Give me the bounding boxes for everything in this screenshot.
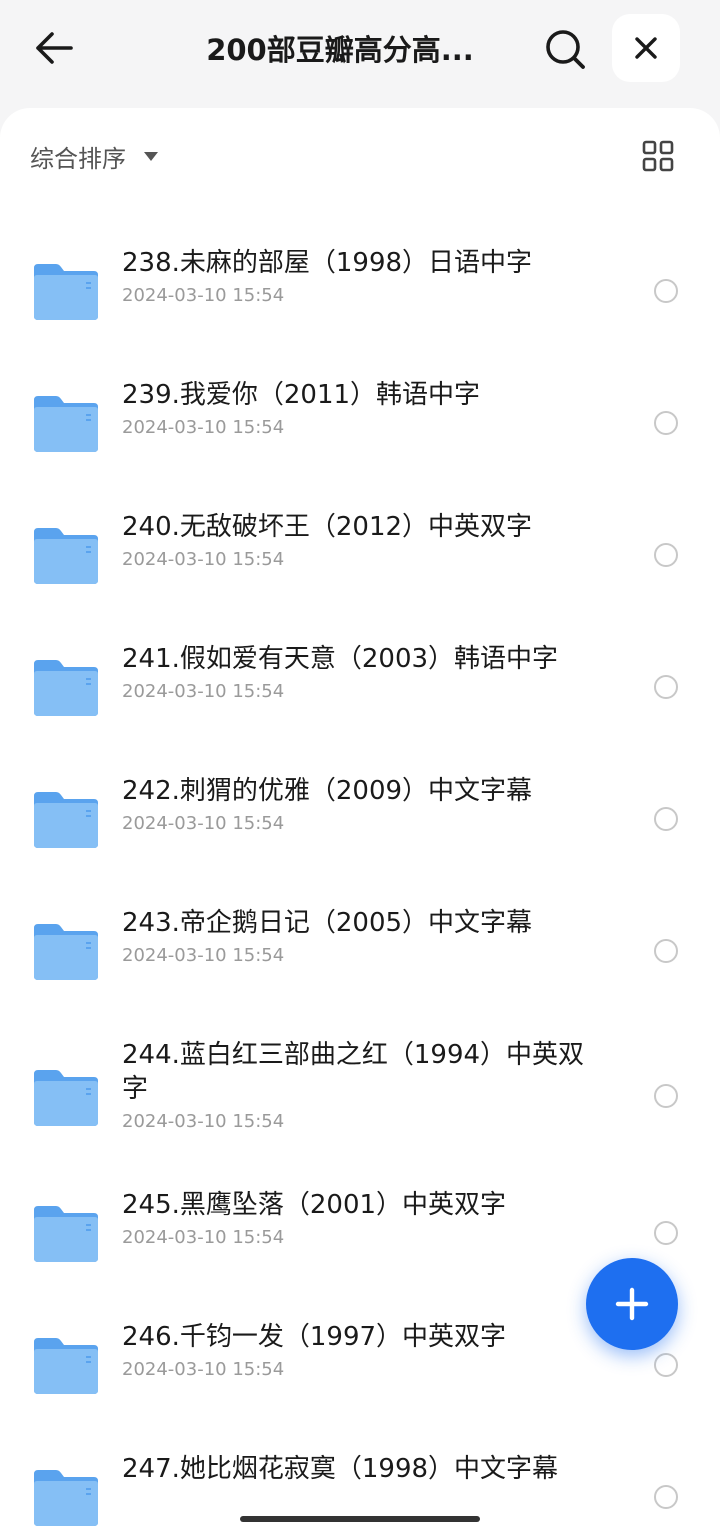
- folder-icon: [32, 526, 100, 586]
- select-radio[interactable]: [654, 1353, 678, 1377]
- select-radio[interactable]: [654, 1485, 678, 1509]
- list-item-text: 242.刺猬的优雅（2009）中文字幕 2024-03-10 15:54: [122, 774, 592, 836]
- file-date: 2024-03-10 15:54: [122, 1227, 285, 1248]
- list-item[interactable]: 240.无敌破坏王（2012）中英双字 2024-03-10 15:54: [0, 492, 720, 624]
- select-radio[interactable]: [654, 675, 678, 699]
- list-item-text: 245.黑鹰坠落（2001）中英双字 2024-03-10 15:54: [122, 1188, 592, 1250]
- list-item[interactable]: 244.蓝白红三部曲之红（1994）中英双字 2024-03-10 15:54: [0, 1020, 720, 1170]
- file-date: 2024-03-10 15:54: [122, 285, 285, 306]
- folder-icon: [32, 262, 100, 322]
- select-radio[interactable]: [654, 279, 678, 303]
- list-item[interactable]: 241.假如爱有天意（2003）韩语中字 2024-03-10 15:54: [0, 624, 720, 756]
- list-item-text: 246.千钧一发（1997）中英双字 2024-03-10 15:54: [122, 1320, 592, 1382]
- file-name: 239.我爱你（2011）韩语中字: [122, 380, 481, 410]
- file-name: 243.帝企鹅日记（2005）中文字幕: [122, 908, 533, 938]
- list-item[interactable]: 238.未麻的部屋（1998）日语中字 2024-03-10 15:54: [0, 228, 720, 360]
- select-radio[interactable]: [654, 939, 678, 963]
- file-date: 2024-03-10 15:54: [122, 1111, 285, 1132]
- add-button[interactable]: [586, 1258, 678, 1350]
- folder-icon: [32, 1336, 100, 1396]
- back-button[interactable]: [28, 22, 80, 74]
- folder-icon: [32, 1468, 100, 1528]
- select-radio[interactable]: [654, 807, 678, 831]
- sort-dropdown[interactable]: 综合排序: [30, 136, 158, 176]
- folder-icon: [32, 922, 100, 982]
- plus-icon: [615, 1287, 649, 1321]
- close-button[interactable]: [612, 14, 680, 82]
- list-item-text: 239.我爱你（2011）韩语中字 2024-03-10 15:54: [122, 378, 592, 440]
- file-name: 238.未麻的部屋（1998）日语中字: [122, 248, 533, 278]
- grid-view-button[interactable]: [638, 136, 678, 176]
- list-item[interactable]: 243.帝企鹅日记（2005）中文字幕 2024-03-10 15:54: [0, 888, 720, 1020]
- file-date: 2024-03-10 15:54: [122, 417, 285, 438]
- file-date: 2024-03-10 15:54: [122, 549, 285, 570]
- file-name: 244.蓝白红三部曲之红（1994）中英双字: [122, 1040, 585, 1104]
- file-date: 2024-03-10 15:54: [122, 813, 285, 834]
- caret-down-icon: [144, 151, 158, 161]
- search-icon: [546, 30, 585, 69]
- grid-view-icon: [642, 140, 674, 172]
- list-item-text: 240.无敌破坏王（2012）中英双字 2024-03-10 15:54: [122, 510, 592, 572]
- list-item[interactable]: 239.我爱你（2011）韩语中字 2024-03-10 15:54: [0, 360, 720, 492]
- list-item[interactable]: 242.刺猬的优雅（2009）中文字幕 2024-03-10 15:54: [0, 756, 720, 888]
- home-indicator: [240, 1516, 480, 1522]
- folder-icon: [32, 394, 100, 454]
- folder-icon: [32, 790, 100, 850]
- select-radio[interactable]: [654, 543, 678, 567]
- file-date: 2024-03-10 15:54: [122, 1359, 285, 1380]
- folder-icon: [32, 1204, 100, 1264]
- list-item-text: 247.她比烟花寂寞（1998）中文字幕: [122, 1452, 592, 1490]
- page-title: 200部豆瓣高分高...: [206, 33, 474, 67]
- file-date: 2024-03-10 15:54: [122, 681, 285, 702]
- sort-label: 综合排序: [30, 144, 126, 173]
- arrow-left-icon: [36, 32, 73, 64]
- select-radio[interactable]: [654, 1221, 678, 1245]
- folder-icon: [32, 658, 100, 718]
- file-name: 246.千钧一发（1997）中英双字: [122, 1322, 507, 1352]
- select-radio[interactable]: [654, 1084, 678, 1108]
- file-date: 2024-03-10 15:54: [122, 945, 285, 966]
- list-item-text: 241.假如爱有天意（2003）韩语中字 2024-03-10 15:54: [122, 642, 592, 704]
- select-radio[interactable]: [654, 411, 678, 435]
- search-button[interactable]: [538, 22, 592, 76]
- folder-icon: [32, 1068, 100, 1128]
- list-item-text: 243.帝企鹅日记（2005）中文字幕 2024-03-10 15:54: [122, 906, 592, 968]
- list-item-text: 238.未麻的部屋（1998）日语中字 2024-03-10 15:54: [122, 246, 592, 308]
- file-name: 240.无敌破坏王（2012）中英双字: [122, 512, 533, 542]
- file-name: 241.假如爱有天意（2003）韩语中字: [122, 644, 559, 674]
- list-item-text: 244.蓝白红三部曲之红（1994）中英双字 2024-03-10 15:54: [122, 1038, 592, 1134]
- top-bar: 200部豆瓣高分高...: [0, 0, 720, 108]
- file-name: 245.黑鹰坠落（2001）中英双字: [122, 1190, 507, 1220]
- close-icon: [635, 37, 657, 59]
- file-name: 242.刺猬的优雅（2009）中文字幕: [122, 776, 533, 806]
- file-name: 247.她比烟花寂寞（1998）中文字幕: [122, 1454, 559, 1484]
